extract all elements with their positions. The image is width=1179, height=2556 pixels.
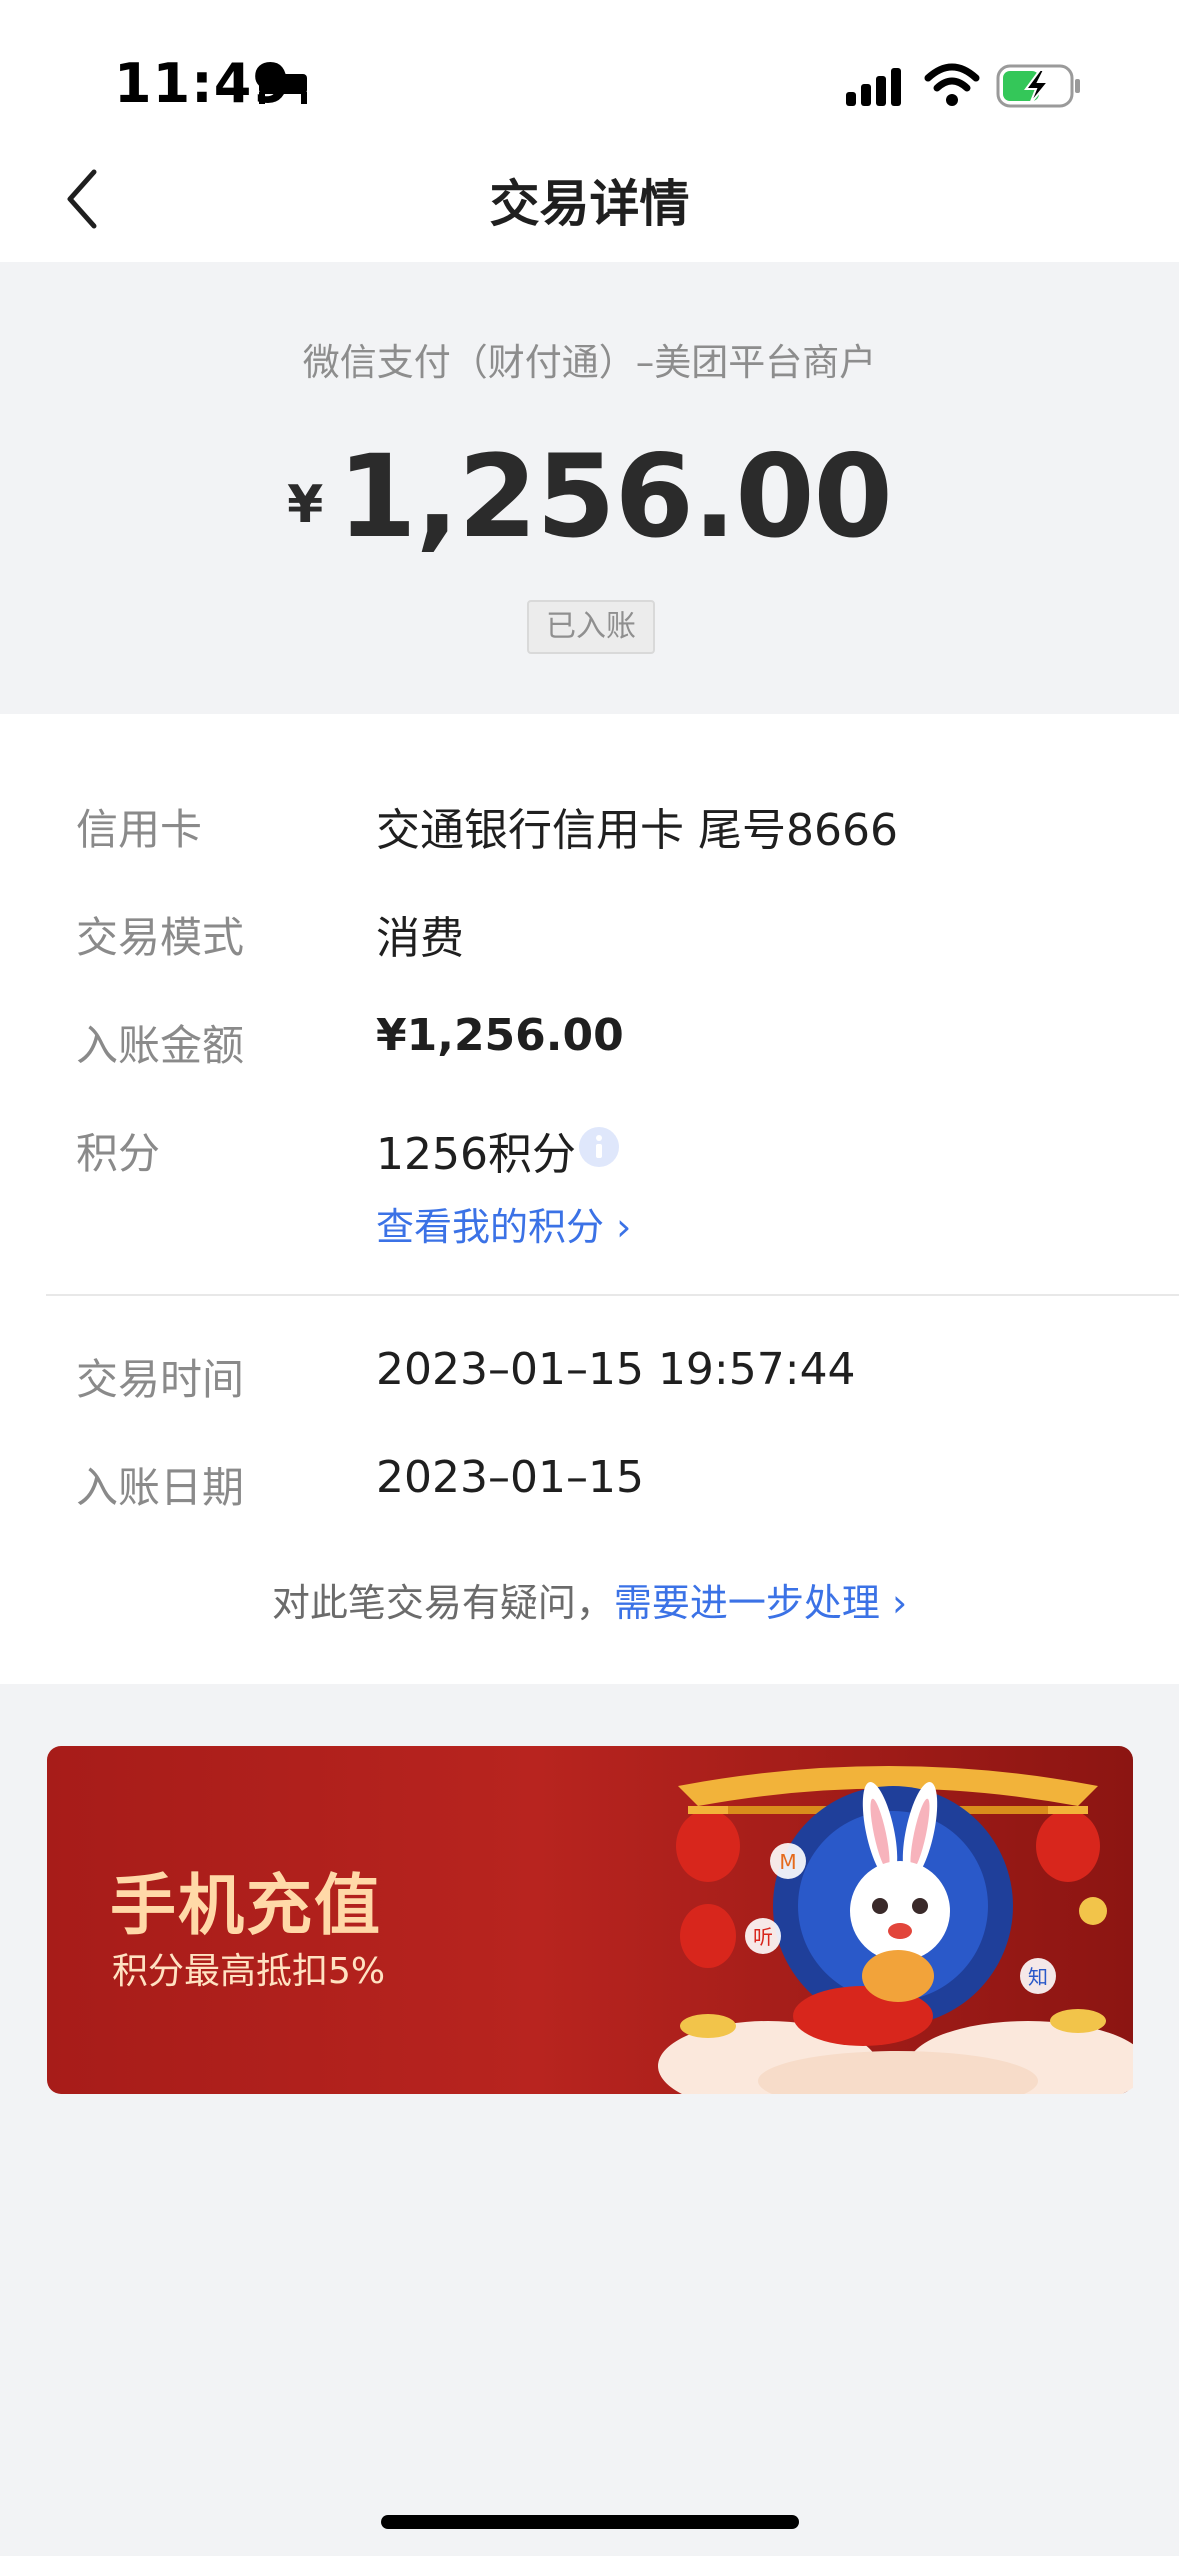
row-value-transaction-time: 2023–01–15 19:57:44 — [376, 1344, 856, 1395]
chevron-right-icon: › — [879, 1581, 908, 1625]
view-points-label: 查看我的积分 — [376, 1205, 605, 1249]
currency-symbol: ¥ — [287, 475, 324, 535]
row-label-card: 信用卡 — [76, 805, 203, 854]
row-label-mode: 交易模式 — [76, 913, 245, 962]
home-indicator — [381, 2515, 799, 2529]
amount-display: ¥1,256.00 — [0, 430, 1179, 563]
dispute-row: 对此笔交易有疑问，需要进一步处理 › — [0, 1572, 1179, 1627]
row-value-card: 交通银行信用卡 尾号8666 — [376, 805, 898, 856]
row-label-posting-date: 入账日期 — [76, 1463, 245, 1512]
page-title: 交易详情 — [489, 175, 690, 233]
svg-text:知: 知 — [1028, 1965, 1048, 1989]
divider — [46, 1294, 1179, 1296]
chevron-right-icon: › — [604, 1205, 632, 1249]
svg-text:M: M — [779, 1850, 796, 1874]
bed-icon — [259, 68, 307, 104]
signal-icon — [846, 68, 901, 106]
amount-value: 1,256.00 — [337, 430, 893, 563]
dispute-text: 对此笔交易有疑问， — [271, 1581, 614, 1625]
row-value-posting-date: 2023–01–15 — [376, 1452, 644, 1503]
dispute-link[interactable]: 需要进一步处理 › — [614, 1581, 907, 1625]
row-value-posted-amount: ¥1,256.00 — [376, 1010, 624, 1061]
view-points-link[interactable]: 查看我的积分 › — [376, 1196, 631, 1251]
info-icon[interactable] — [578, 1126, 620, 1168]
row-label-transaction-time: 交易时间 — [76, 1355, 245, 1404]
wifi-icon — [924, 63, 980, 106]
status-badge: 已入账 — [527, 600, 655, 654]
dispute-link-label: 需要进一步处理 — [613, 1581, 880, 1625]
rabbit-mascot-illustration: 听 知 M — [658, 1766, 1133, 2094]
row-value-mode: 消费 — [376, 913, 464, 964]
merchant-name: 微信支付（财付通）–美团平台商户 — [302, 341, 877, 384]
row-label-points: 积分 — [76, 1129, 161, 1178]
battery-charging-icon — [996, 64, 1080, 108]
svg-text:听: 听 — [753, 1925, 773, 1949]
row-value-points: 1256积分 — [376, 1129, 576, 1180]
banner-title: 手机充值 — [110, 1867, 382, 1944]
banner-subtitle: 积分最高抵扣5% — [112, 1951, 386, 1992]
row-label-posted-amount: 入账金额 — [76, 1021, 245, 1070]
